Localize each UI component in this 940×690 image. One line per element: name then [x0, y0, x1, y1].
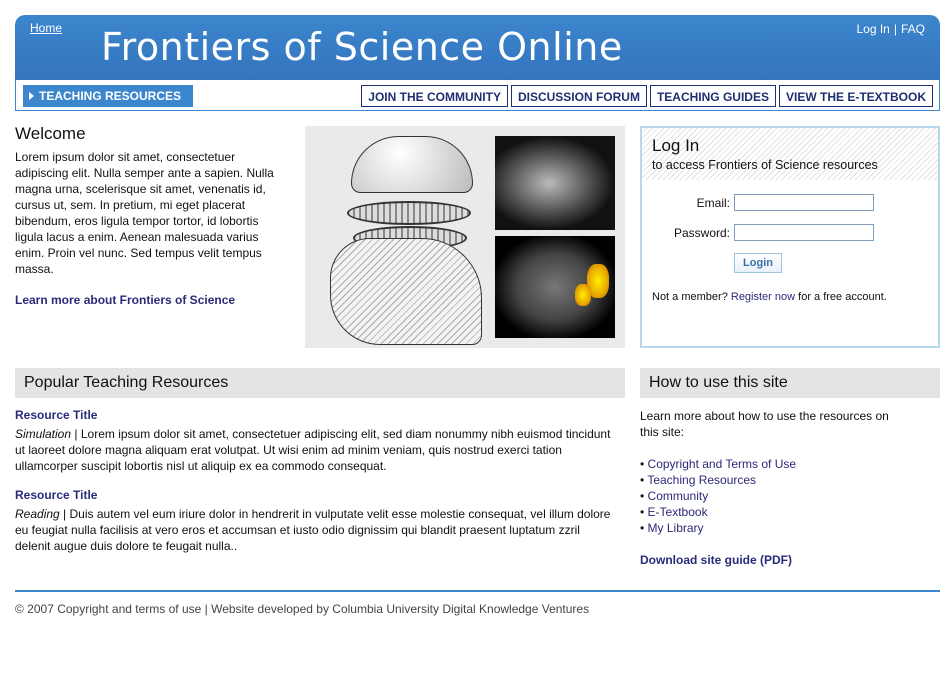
- nav-join-community[interactable]: JOIN THE COMMUNITY: [361, 85, 508, 107]
- list-item: My Library: [640, 520, 910, 536]
- howto-links: Copyright and Terms of Use Teaching Reso…: [640, 456, 910, 536]
- activation-hotspot: [575, 284, 591, 306]
- head-profile-illustration: [330, 238, 482, 345]
- howto-heading: How to use this site: [640, 368, 940, 398]
- login-title: Log In: [652, 136, 700, 155]
- hero-image-brain: [305, 126, 625, 348]
- site-header: Home Frontiers of Science Online Log In |…: [15, 15, 940, 112]
- list-item: Teaching Resources: [640, 472, 910, 488]
- nav-teaching-resources[interactable]: TEACHING RESOURCES: [23, 85, 193, 107]
- top-links-separator: |: [893, 22, 897, 36]
- nav-teaching-resources-label: TEACHING RESOURCES: [39, 89, 182, 103]
- resource-text: Duis autem vel eum iriure dolor in hendr…: [15, 507, 611, 553]
- email-row: Email:: [642, 194, 938, 214]
- footer-developed: | Website developed by: [204, 602, 329, 616]
- welcome-text: Lorem ipsum dolor sit amet, consectetuer…: [15, 150, 274, 276]
- popular-resources: Resource Title Simulation | Lorem ipsum …: [15, 408, 615, 568]
- footer: © 2007 Copyright and terms of use | Webs…: [15, 602, 589, 616]
- password-row: Password:: [642, 224, 938, 244]
- footer-developer-link[interactable]: Columbia University Digital Knowledge Ve…: [332, 602, 589, 616]
- footer-divider: [15, 590, 940, 592]
- resource-item: Resource Title Reading | Duis autem vel …: [15, 488, 615, 554]
- footer-terms-link[interactable]: terms of use: [135, 602, 201, 616]
- howto-section: Learn more about how to use the resource…: [640, 408, 910, 568]
- list-item: E-Textbook: [640, 504, 910, 520]
- faq-link[interactable]: FAQ: [901, 22, 925, 36]
- learn-more-link[interactable]: Learn more about Frontiers of Science: [15, 293, 285, 307]
- resource-type: Simulation: [15, 427, 72, 441]
- nav-view-etextbook[interactable]: VIEW THE E-TEXTBOOK: [778, 85, 933, 107]
- register-suffix: for a free account.: [798, 291, 887, 303]
- email-label: Email:: [696, 196, 730, 210]
- email-field[interactable]: [734, 194, 874, 211]
- home-link[interactable]: Home: [30, 21, 62, 35]
- list-item: Community: [640, 488, 910, 504]
- copyright-terms-link[interactable]: Copyright and Terms of Use: [648, 457, 797, 471]
- howto-intro: Learn more about how to use the resource…: [640, 409, 889, 439]
- welcome-heading: Welcome: [15, 124, 86, 143]
- download-guide-link[interactable]: Download site guide (PDF): [640, 552, 910, 568]
- triangle-right-icon: [29, 91, 34, 100]
- mri-sagittal-image: [495, 136, 615, 230]
- register-prompt: Not a member? Register now for a free ac…: [652, 291, 887, 303]
- list-item: Copyright and Terms of Use: [640, 456, 910, 472]
- login-header: Log In to access Frontiers of Science re…: [642, 128, 938, 180]
- nav-discussion-forum[interactable]: DISCUSSION FORUM: [510, 85, 647, 107]
- community-link[interactable]: Community: [648, 489, 709, 503]
- login-button[interactable]: Login: [734, 253, 782, 273]
- nav-tabs: JOIN THE COMMUNITY DISCUSSION FORUM TEAC…: [361, 85, 933, 107]
- my-library-link[interactable]: My Library: [648, 521, 704, 535]
- mri-axial-image: [495, 236, 615, 338]
- etextbook-link[interactable]: E-Textbook: [648, 505, 708, 519]
- top-links: Log In | FAQ: [856, 22, 925, 36]
- resource-title-link[interactable]: Resource Title: [15, 488, 615, 502]
- resource-separator: |: [63, 507, 67, 521]
- resource-type: Reading: [15, 507, 60, 521]
- teaching-resources-link[interactable]: Teaching Resources: [647, 473, 756, 487]
- login-subtitle: to access Frontiers of Science resources: [652, 158, 878, 172]
- welcome-section: Welcome Lorem ipsum dolor sit amet, cons…: [15, 124, 285, 307]
- header-banner: Home Frontiers of Science Online Log In |…: [15, 15, 940, 80]
- resource-title-link[interactable]: Resource Title: [15, 408, 615, 422]
- login-link[interactable]: Log In: [856, 22, 889, 36]
- register-link[interactable]: Register now: [731, 291, 795, 303]
- register-prefix: Not a member?: [652, 291, 728, 303]
- login-panel: Log In to access Frontiers of Science re…: [640, 126, 940, 348]
- skull-cap-illustration: [351, 136, 473, 193]
- resource-description: Reading | Duis autem vel eum iriure dolo…: [15, 506, 615, 554]
- site-title: Frontiers of Science Online: [101, 25, 623, 69]
- resource-text: Lorem ipsum dolor sit amet, consectetuer…: [15, 427, 611, 473]
- password-label: Password:: [673, 226, 730, 240]
- footer-copyright: © 2007 Copyright and: [15, 602, 132, 616]
- password-field[interactable]: [734, 224, 874, 241]
- resource-separator: |: [74, 427, 78, 441]
- popular-heading: Popular Teaching Resources: [15, 368, 625, 398]
- brain-slice-illustration: [347, 201, 471, 225]
- resource-item: Resource Title Simulation | Lorem ipsum …: [15, 408, 615, 474]
- resource-description: Simulation | Lorem ipsum dolor sit amet,…: [15, 426, 615, 474]
- nav-teaching-guides[interactable]: TEACHING GUIDES: [649, 85, 776, 107]
- main-nav: TEACHING RESOURCES JOIN THE COMMUNITY DI…: [15, 80, 940, 111]
